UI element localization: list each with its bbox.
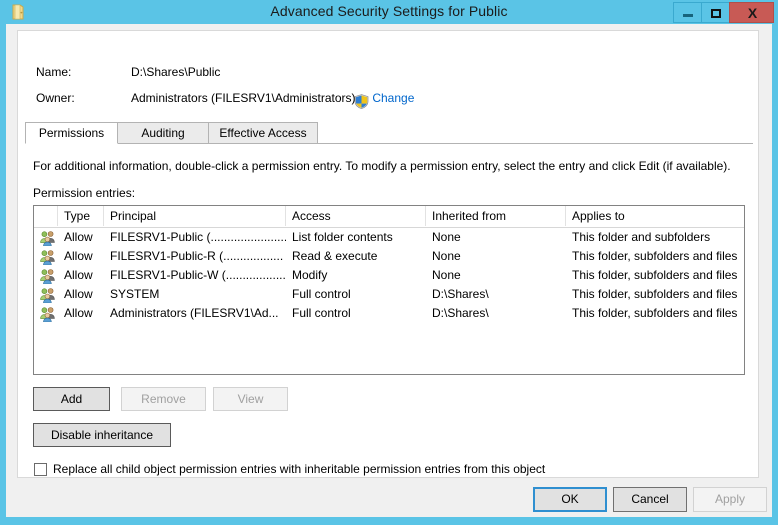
cell-access: Full control — [286, 304, 426, 323]
apply-button[interactable]: Apply — [693, 487, 767, 512]
minimize-button[interactable] — [673, 2, 702, 23]
cancel-button[interactable]: Cancel — [613, 487, 687, 512]
tab-auditing[interactable]: Auditing — [117, 122, 209, 144]
permission-entries-list[interactable]: Type Principal Access Inherited from App… — [33, 205, 745, 375]
cell-type: Allow — [58, 247, 104, 266]
maximize-button[interactable] — [701, 2, 730, 23]
table-body: Allow FILESRV1-Public (.................… — [34, 228, 744, 374]
column-header-applies-to[interactable]: Applies to — [566, 206, 744, 226]
cell-applies-to: This folder, subfolders and files — [566, 304, 744, 323]
column-header-icon[interactable] — [34, 206, 58, 226]
replace-child-permissions-row[interactable]: Replace all child object permission entr… — [34, 460, 545, 478]
minimize-icon — [683, 14, 693, 17]
ok-button[interactable]: OK — [533, 487, 607, 512]
uac-shield-icon — [354, 94, 369, 109]
cell-type: Allow — [58, 304, 104, 323]
client-area: Name: D:\Shares\Public Owner: Administra… — [6, 24, 772, 517]
tab-permissions[interactable]: Permissions — [25, 122, 118, 144]
cell-type: Allow — [58, 285, 104, 304]
disable-inheritance-button[interactable]: Disable inheritance — [33, 423, 171, 447]
column-header-type[interactable]: Type — [58, 206, 104, 226]
remove-button[interactable]: Remove — [121, 387, 206, 411]
cell-type: Allow — [58, 228, 104, 247]
cell-inherited-from: None — [426, 247, 566, 266]
window-controls: X — [674, 2, 774, 23]
table-row[interactable]: Allow FILESRV1-Public (.................… — [34, 228, 744, 247]
content-panel: Name: D:\Shares\Public Owner: Administra… — [17, 30, 759, 478]
add-button[interactable]: Add — [33, 387, 110, 411]
advanced-security-settings-window: Advanced Security Settings for Public X … — [0, 0, 778, 525]
group-icon — [40, 249, 56, 265]
cell-access: Modify — [286, 266, 426, 285]
tab-strip: Permissions Auditing Effective Access — [25, 122, 753, 144]
tab-underline — [25, 143, 753, 144]
change-owner-group[interactable]: Change — [354, 91, 414, 107]
close-icon: X — [730, 5, 775, 21]
permission-entries-label: Permission entries: — [33, 186, 135, 200]
cell-principal: FILESRV1-Public-W (.................. — [104, 266, 286, 285]
cell-principal: FILESRV1-Public (....................... — [104, 228, 286, 247]
cell-principal: SYSTEM — [104, 285, 286, 304]
change-owner-link[interactable]: Change — [372, 91, 414, 105]
table-row[interactable]: Allow FILESRV1-Public-W (...............… — [34, 266, 744, 285]
table-row[interactable]: Allow SYSTEM Full control D:\Shares\ Thi… — [34, 285, 744, 304]
name-value: D:\Shares\Public — [131, 65, 220, 79]
column-header-principal[interactable]: Principal — [104, 206, 286, 226]
replace-child-permissions-label: Replace all child object permission entr… — [53, 462, 545, 476]
close-button[interactable]: X — [729, 2, 774, 23]
cell-access: Full control — [286, 285, 426, 304]
owner-label: Owner: — [36, 91, 126, 105]
cell-applies-to: This folder, subfolders and files — [566, 247, 744, 266]
cell-access: List folder contents — [286, 228, 426, 247]
tab-effective-access[interactable]: Effective Access — [208, 122, 318, 144]
info-text: For additional information, double-click… — [33, 159, 731, 173]
cell-inherited-from: D:\Shares\ — [426, 304, 566, 323]
view-button[interactable]: View — [213, 387, 288, 411]
name-label: Name: — [36, 65, 126, 79]
table-row[interactable]: Allow Administrators (FILESRV1\Ad... Ful… — [34, 304, 744, 323]
cell-inherited-from: D:\Shares\ — [426, 285, 566, 304]
cell-principal: FILESRV1-Public-R (.................. — [104, 247, 286, 266]
cell-type: Allow — [58, 266, 104, 285]
cell-principal: Administrators (FILESRV1\Ad... — [104, 304, 286, 323]
cell-applies-to: This folder, subfolders and files — [566, 285, 744, 304]
group-icon — [40, 230, 56, 246]
column-header-inherited-from[interactable]: Inherited from — [426, 206, 566, 226]
owner-value: Administrators (FILESRV1\Administrators) — [131, 91, 356, 105]
title-bar: Advanced Security Settings for Public X — [0, 0, 778, 24]
cell-access: Read & execute — [286, 247, 426, 266]
group-icon — [40, 306, 56, 322]
table-header-row: Type Principal Access Inherited from App… — [34, 206, 744, 228]
window-title: Advanced Security Settings for Public — [0, 3, 778, 19]
cell-inherited-from: None — [426, 228, 566, 247]
group-icon — [40, 268, 56, 284]
replace-child-permissions-checkbox[interactable] — [34, 463, 47, 476]
cell-applies-to: This folder and subfolders — [566, 228, 744, 247]
table-row[interactable]: Allow FILESRV1-Public-R (...............… — [34, 247, 744, 266]
maximize-icon — [711, 9, 721, 18]
column-header-access[interactable]: Access — [286, 206, 426, 226]
cell-inherited-from: None — [426, 266, 566, 285]
group-icon — [40, 287, 56, 303]
cell-applies-to: This folder, subfolders and files — [566, 266, 744, 285]
